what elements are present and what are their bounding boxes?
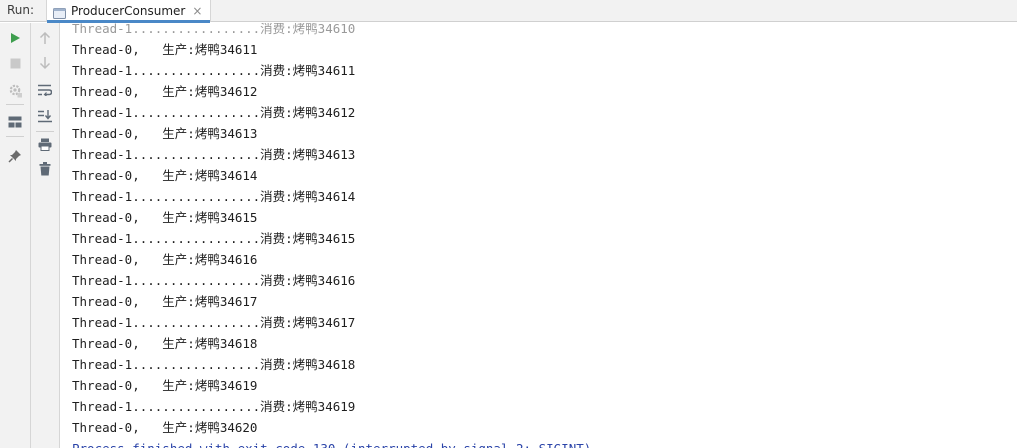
console-line: Thread-0, 生产:烤鸭34620: [72, 420, 258, 435]
up-arrow-icon[interactable]: [35, 28, 55, 48]
toolbar-divider: [6, 136, 24, 137]
down-arrow-icon[interactable]: [35, 53, 55, 73]
layout-icon[interactable]: [5, 112, 25, 132]
tab-producer-consumer[interactable]: ProducerConsumer ×: [46, 0, 212, 23]
console-lines: Thread-1.................消费:烤鸭34610 Threa…: [72, 23, 591, 448]
run-tool-window: Run: ProducerConsumer × Thread-1........…: [0, 0, 1017, 448]
run-toolbar-primary: [0, 23, 31, 448]
console-output[interactable]: Thread-1.................消费:烤鸭34610 Threa…: [61, 23, 1017, 448]
close-icon[interactable]: ×: [192, 5, 202, 17]
console-line: Thread-1.................消费:烤鸭34613: [72, 147, 356, 162]
console-line: Thread-0, 生产:烤鸭34611: [72, 42, 258, 57]
console-line: Thread-1.................消费:烤鸭34618: [72, 357, 356, 372]
console-line: Thread-0, 生产:烤鸭34613: [72, 126, 258, 141]
scroll-to-end-icon[interactable]: [35, 106, 55, 126]
console-line: Thread-0, 生产:烤鸭34616: [72, 252, 258, 267]
console-line: Thread-1.................消费:烤鸭34617: [72, 315, 356, 330]
console-line: Thread-1.................消费:烤鸭34612: [72, 105, 356, 120]
console-line: Thread-1.................消费:烤鸭34611: [72, 63, 356, 78]
tab-label: ProducerConsumer: [71, 4, 186, 18]
pin-icon[interactable]: [5, 146, 25, 166]
play-icon[interactable]: [5, 28, 25, 48]
soft-wrap-icon[interactable]: [35, 80, 55, 100]
settings-icon[interactable]: [5, 80, 25, 100]
console-line: Thread-1.................消费:烤鸭34615: [72, 231, 356, 246]
console-icon: [53, 5, 66, 19]
stop-icon[interactable]: [5, 53, 25, 73]
console-line: Thread-0, 生产:烤鸭34619: [72, 378, 258, 393]
console-line: Thread-1.................消费:烤鸭34614: [72, 189, 356, 204]
console-line: Thread-1.................消费:烤鸭34616: [72, 273, 356, 288]
console-line: Thread-0, 生产:烤鸭34617: [72, 294, 258, 309]
console-line: Thread-1.................消费:烤鸭34619: [72, 399, 356, 414]
process-exit-message: Process finished with exit code 130 (int…: [72, 438, 591, 448]
toolbar-divider: [36, 131, 54, 132]
console-line: Thread-1.................消费:烤鸭34610: [72, 23, 356, 36]
print-icon[interactable]: [35, 134, 55, 154]
run-tab-bar: Run: ProducerConsumer ×: [0, 0, 1017, 23]
console-line: Thread-0, 生产:烤鸭34618: [72, 336, 258, 351]
console-line: Thread-0, 生产:烤鸭34614: [72, 168, 258, 183]
toolbar-divider: [6, 104, 24, 105]
console-line: Thread-0, 生产:烤鸭34615: [72, 210, 258, 225]
run-toolbar-secondary: [31, 23, 60, 448]
trash-icon[interactable]: [35, 159, 55, 179]
run-label: Run:: [7, 3, 35, 17]
console-line: Thread-0, 生产:烤鸭34612: [72, 84, 258, 99]
